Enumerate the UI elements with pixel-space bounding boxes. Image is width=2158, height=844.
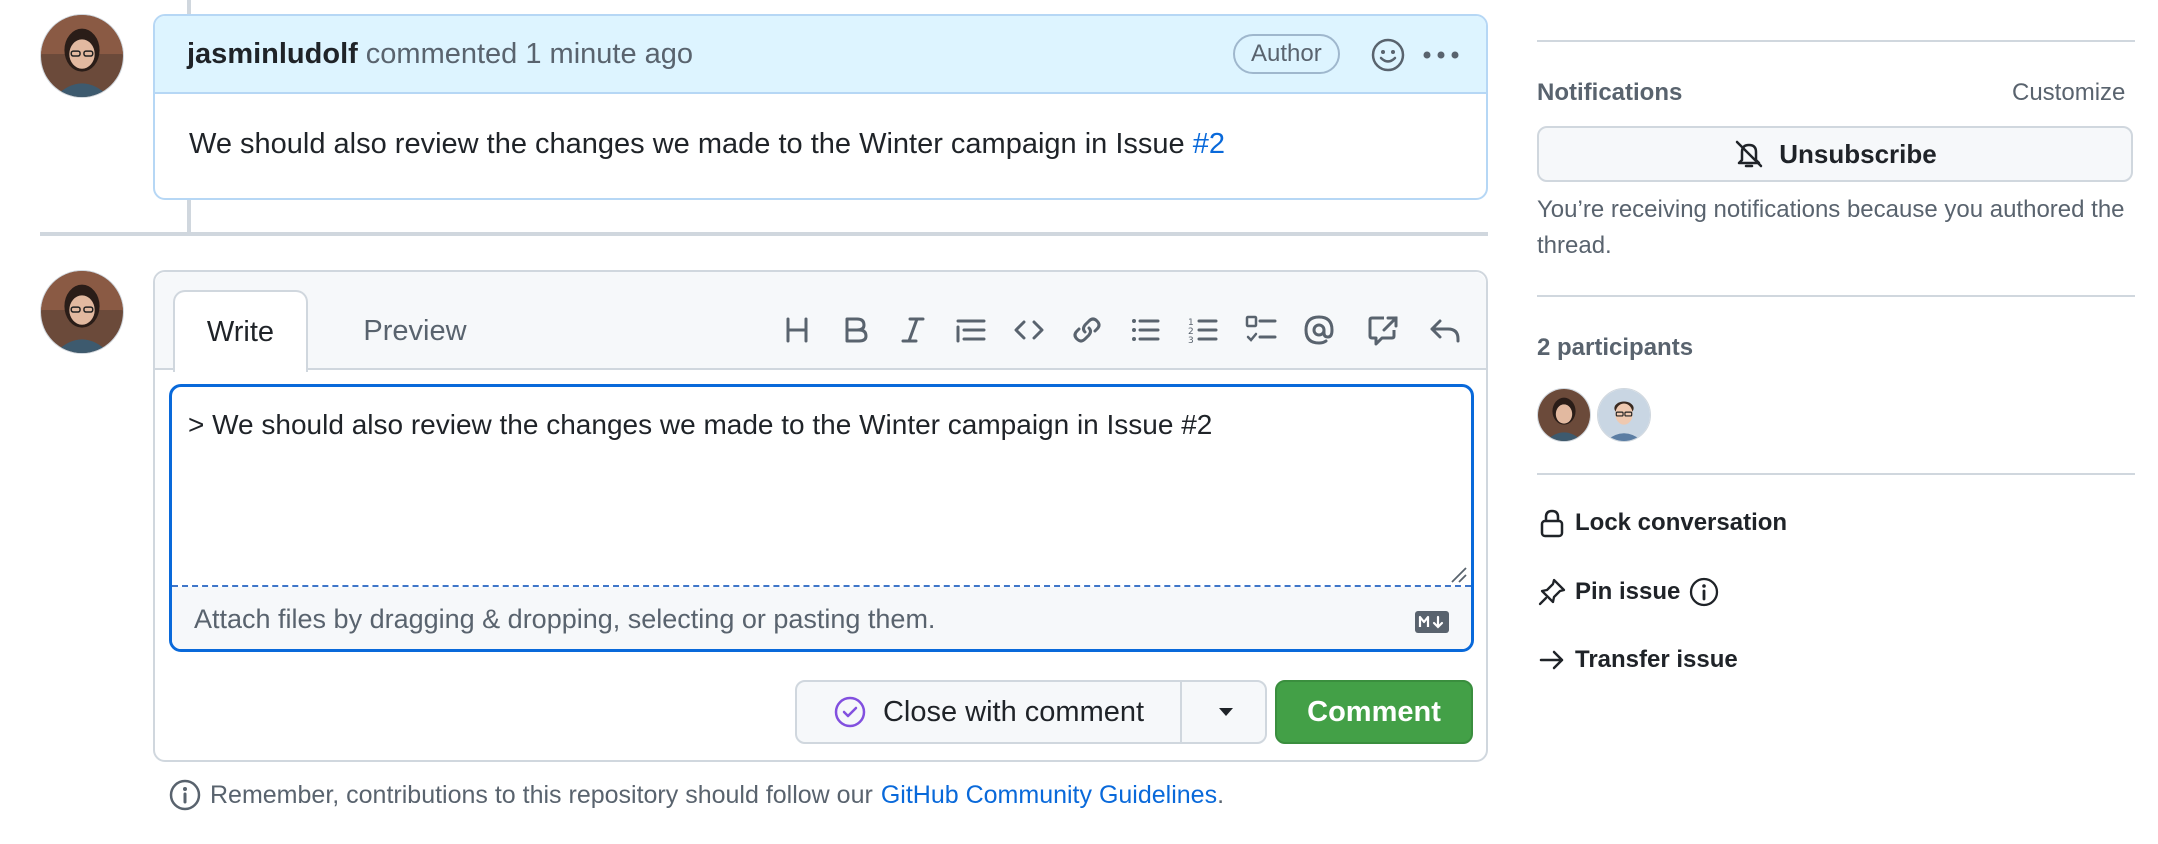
link-icon[interactable] — [1065, 308, 1109, 352]
add-reaction-icon[interactable] — [1370, 37, 1406, 73]
file-attachment-bar[interactable]: Attach files by dragging & dropping, sel… — [172, 587, 1471, 649]
quote-icon[interactable] — [949, 308, 993, 352]
sidebar-divider — [1537, 40, 2135, 42]
customize-notifications-link[interactable]: Customize — [2012, 79, 2125, 107]
close-with-comment-button[interactable]: Close with comment — [797, 682, 1182, 742]
comment-editor: Write Preview 1 2 3 > We should also rev… — [153, 270, 1488, 762]
sidebar-divider — [1537, 473, 2135, 475]
mention-icon[interactable] — [1297, 308, 1341, 352]
comment-textarea[interactable]: > We should also review the changes we m… — [172, 387, 1471, 587]
timeline-line-top — [187, 0, 191, 14]
lock-conversation-label: Lock conversation — [1575, 509, 1788, 536]
lock-conversation-action[interactable]: Lock conversation — [1537, 508, 1787, 538]
pin-icon — [1538, 578, 1566, 606]
guidelines-text: Remember, contributions to this reposito… — [210, 780, 873, 809]
notifications-heading: Notifications — [1537, 79, 1683, 106]
timeline-divider — [40, 232, 1488, 236]
info-icon[interactable] — [1688, 576, 1720, 608]
comment-timestamp[interactable]: commented 1 minute ago — [366, 38, 693, 71]
close-options-dropdown[interactable] — [1184, 682, 1267, 742]
reply-icon[interactable] — [1423, 308, 1467, 352]
attach-files-text: Attach files by dragging & dropping, sel… — [194, 604, 936, 634]
participants-heading: 2 participants — [1537, 334, 1694, 361]
sidebar-divider — [1537, 295, 2135, 297]
numbered-list-icon[interactable]: 123 — [1181, 308, 1225, 352]
comment-body-text: We should also review the changes we mad… — [189, 128, 1193, 160]
italic-icon[interactable] — [891, 308, 935, 352]
editor-tabs-bar: Write Preview 1 2 3 — [155, 272, 1486, 372]
comment-header: jasminludolf commented 1 minute ago Auth… — [155, 16, 1486, 94]
heading-icon[interactable] — [775, 308, 819, 352]
task-list-icon[interactable] — [1239, 308, 1283, 352]
markdown-icon[interactable] — [1415, 609, 1449, 633]
more-options-icon[interactable] — [1421, 38, 1461, 72]
participant-avatar[interactable] — [1537, 388, 1591, 442]
tab-preview[interactable]: Preview — [335, 290, 495, 372]
unsubscribe-label: Unsubscribe — [1779, 138, 1937, 169]
bell-slash-icon — [1736, 140, 1763, 168]
bold-icon[interactable] — [833, 308, 877, 352]
comment-author-avatar[interactable] — [40, 14, 124, 98]
comment-button[interactable]: Comment — [1275, 680, 1473, 744]
unsubscribe-button[interactable]: Unsubscribe — [1537, 126, 2133, 182]
author-badge: Author — [1233, 34, 1340, 74]
pin-issue-action[interactable]: Pin issue — [1537, 576, 1720, 608]
issue-closed-icon — [834, 696, 866, 728]
contribution-guidelines-note: Remember, contributions to this reposito… — [168, 778, 1224, 812]
participant-avatar[interactable] — [1597, 388, 1651, 442]
info-icon — [169, 779, 201, 811]
pin-issue-label: Pin issue — [1575, 578, 1681, 605]
code-icon[interactable] — [1007, 308, 1051, 352]
close-with-comment-label: Close with comment — [882, 695, 1145, 728]
transfer-issue-label: Transfer issue — [1575, 646, 1738, 673]
comment-body: We should also review the changes we mad… — [155, 94, 1486, 195]
comment-author-link[interactable]: jasminludolf — [187, 38, 358, 71]
caret-down-icon — [1218, 708, 1233, 716]
guidelines-period: . — [1217, 780, 1225, 809]
close-issue-button-group: Close with comment — [795, 680, 1267, 744]
svg-text:3: 3 — [1188, 336, 1194, 346]
resize-handle-icon[interactable] — [1449, 565, 1467, 583]
comment-card: jasminludolf commented 1 minute ago Auth… — [153, 14, 1488, 200]
current-user-avatar[interactable] — [40, 270, 124, 354]
tab-write[interactable]: Write — [173, 290, 308, 372]
comment-textarea-container: > We should also review the changes we m… — [169, 384, 1474, 652]
issue-link[interactable]: #2 — [1193, 128, 1225, 160]
community-guidelines-link[interactable]: GitHub Community Guidelines — [881, 781, 1217, 810]
bulleted-list-icon[interactable] — [1123, 308, 1167, 352]
notification-reason-text: You’re receiving notifications because y… — [1537, 196, 2125, 259]
arrow-right-icon — [1539, 650, 1564, 670]
lock-icon — [1540, 509, 1564, 538]
transfer-issue-action[interactable]: Transfer issue — [1537, 645, 1738, 675]
timeline-line-middle — [187, 200, 191, 232]
cross-reference-icon[interactable] — [1361, 308, 1405, 352]
